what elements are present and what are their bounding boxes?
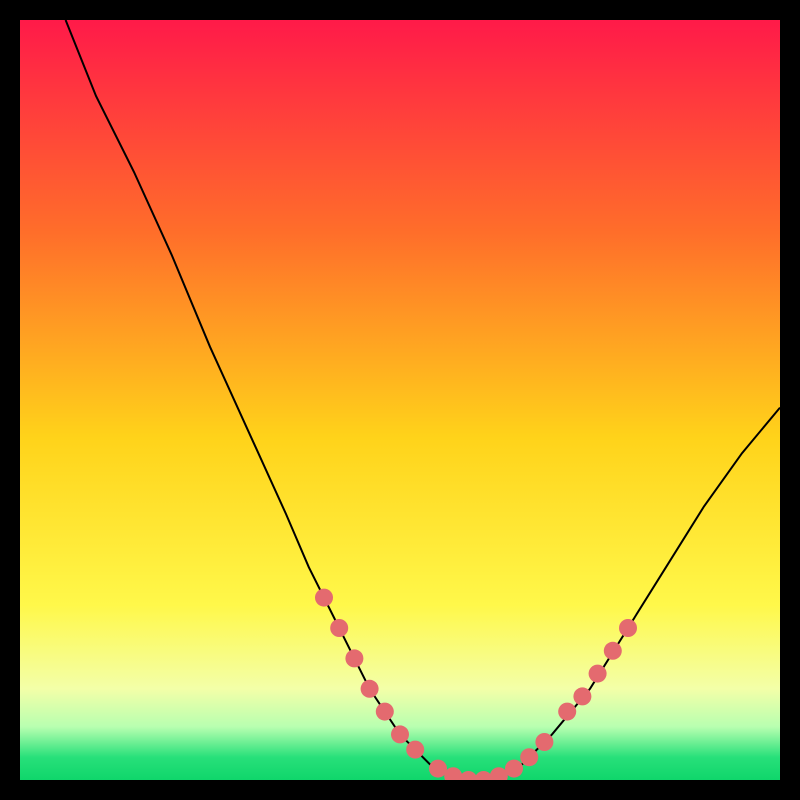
curve-marker xyxy=(558,703,576,721)
curve-marker xyxy=(406,741,424,759)
curve-marker xyxy=(315,589,333,607)
curve-marker xyxy=(573,687,591,705)
curve-marker xyxy=(505,760,523,778)
curve-marker xyxy=(535,733,553,751)
bottleneck-chart xyxy=(20,20,780,780)
curve-marker xyxy=(391,725,409,743)
curve-marker xyxy=(589,665,607,683)
chart-frame: TheBottleneck.com xyxy=(20,20,780,780)
heat-gradient-rect xyxy=(20,20,780,780)
curve-marker xyxy=(330,619,348,637)
curve-marker xyxy=(376,703,394,721)
curve-marker xyxy=(345,649,363,667)
curve-marker xyxy=(520,748,538,766)
curve-marker xyxy=(604,642,622,660)
curve-marker xyxy=(619,619,637,637)
curve-marker xyxy=(361,680,379,698)
